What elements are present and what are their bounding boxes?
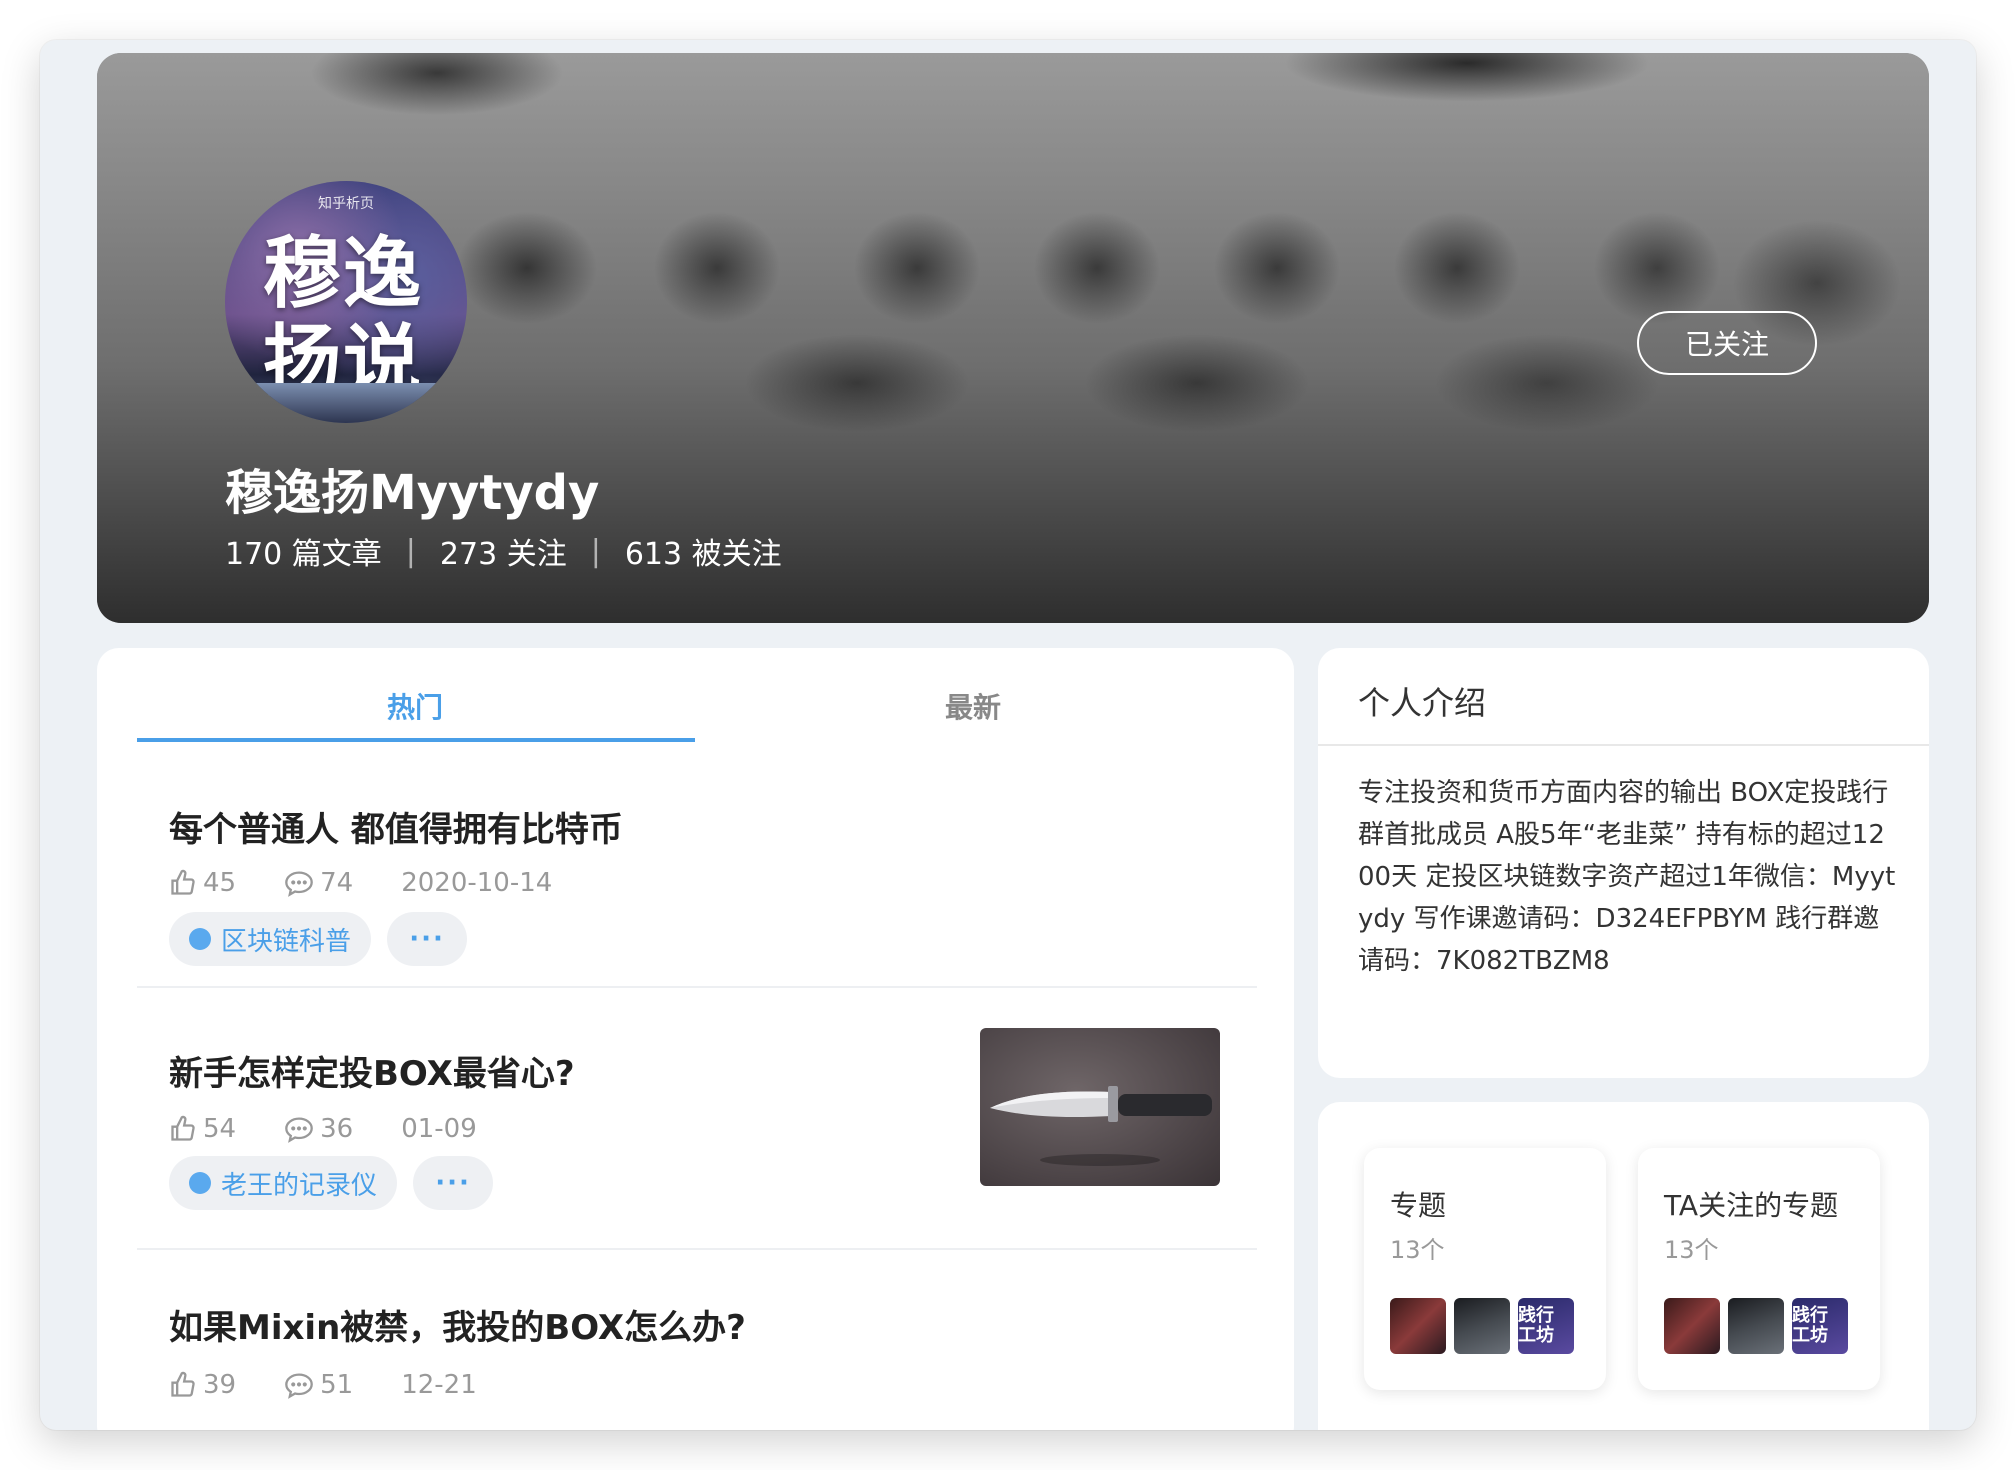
tag-dot-icon [189,1172,211,1194]
follow-button[interactable]: 已关注 [1637,311,1817,375]
more-button[interactable]: ··· [413,1156,494,1210]
profile-name: 穆逸扬Myytydy [225,465,600,521]
profile-stats: 170 篇文章 | 273 关注 | 613 被关注 [225,529,782,573]
comment-count: 51 [320,1370,354,1400]
topic-tag[interactable]: 区块链科普 [169,912,372,966]
thumbs-up-icon [171,1371,195,1397]
stats-separator: | [405,533,416,569]
thumbs-up-icon [171,1115,195,1141]
topic-thumbnail: 践行 工坊 [1792,1298,1848,1354]
article-feed: 热门 最新 每个普通人 都值得拥有比特币 45 74 2020-10-14 区块… [97,648,1294,1430]
article-meta: 45 74 2020-10-14 [169,868,552,898]
like-count: 45 [203,868,237,898]
like-count: 54 [203,1114,237,1144]
divider [1318,744,1929,746]
avatar-brand: 知乎析页 [318,196,374,212]
article-title[interactable]: 如果Mixin被禁，我投的BOX怎么办? [169,1300,746,1349]
tab-active-indicator [137,738,695,742]
article-item[interactable]: 如果Mixin被禁，我投的BOX怎么办? 39 51 12-21 [137,1250,1257,1430]
article-date: 12-21 [401,1370,477,1400]
article-meta: 39 51 12-21 [169,1370,477,1400]
article-item[interactable]: 新手怎样定投BOX最省心? 54 36 01-09 老王的记录仪 ··· [137,988,1257,1250]
topic-card-own[interactable]: 专题 13个 践行 工坊 [1364,1148,1606,1390]
thumbs-up-icon [171,869,195,895]
topic-tag-label: 区块链科普 [221,926,352,957]
topic-card-title: TA关注的专题 [1664,1189,1839,1222]
profile-banner: 知乎析页 穆逸 扬说 穆逸扬Myytydy 170 篇文章 | 273 关注 |… [97,53,1929,623]
like-count: 39 [203,1370,237,1400]
article-thumbnail[interactable] [980,1028,1220,1186]
following-count[interactable]: 273 关注 [440,529,567,573]
like-group[interactable]: 45 [169,868,236,898]
article-item[interactable]: 每个普通人 都值得拥有比特币 45 74 2020-10-14 区块链科普 ··… [137,744,1257,988]
avatar[interactable]: 知乎析页 穆逸 扬说 [225,181,467,423]
more-button[interactable]: ··· [387,912,468,966]
app-window: 知乎析页 穆逸 扬说 穆逸扬Myytydy 170 篇文章 | 273 关注 |… [40,40,1976,1430]
follower-count[interactable]: 613 被关注 [625,529,782,573]
article-meta: 54 36 01-09 [169,1114,477,1144]
intro-panel: 个人介绍 专注投资和货币方面内容的输出 BOX定投践行群首批成员 A股5年“老韭… [1318,648,1929,1078]
comment-icon [285,871,313,897]
avatar-shore [225,383,467,423]
stats-separator: | [590,533,601,569]
tab-hot[interactable]: 热门 [387,686,443,726]
topic-thumbnail [1454,1298,1510,1354]
topic-thumbnail: 践行 工坊 [1518,1298,1574,1354]
knife-image [990,1086,1212,1166]
article-tags: 老王的记录仪 ··· [169,1156,509,1210]
article-tags: 区块链科普 ··· [169,912,483,966]
tag-dot-icon [189,928,211,950]
comment-count: 74 [320,868,354,898]
like-group[interactable]: 39 [169,1370,236,1400]
topic-tag-label: 老王的记录仪 [221,1170,378,1201]
comment-icon [285,1117,313,1143]
intro-text: 专注投资和货币方面内容的输出 BOX定投践行群首批成员 A股5年“老韭菜” 持有… [1358,778,1896,976]
comment-icon [285,1373,313,1399]
topic-tag[interactable]: 老王的记录仪 [169,1156,398,1210]
topic-thumbnail [1390,1298,1446,1354]
article-date: 01-09 [401,1114,477,1144]
article-date: 2020-10-14 [401,868,553,898]
comment-group[interactable]: 36 [284,1114,353,1144]
topic-card-count: 13个 [1664,1236,1719,1264]
topic-thumbnails: 践行 工坊 [1390,1298,1582,1354]
comment-count: 36 [320,1114,354,1144]
intro-title: 个人介绍 [1358,684,1487,722]
comment-group[interactable]: 51 [284,1370,353,1400]
article-title[interactable]: 每个普通人 都值得拥有比特币 [169,802,623,851]
topic-thumbnail [1728,1298,1784,1354]
article-count[interactable]: 170 篇文章 [225,529,382,573]
feed-tabs: 热门 最新 [97,648,1294,744]
tab-latest[interactable]: 最新 [945,686,1001,726]
topic-thumbnails: 践行 工坊 [1664,1298,1856,1354]
topic-card-count: 13个 [1390,1236,1445,1264]
topic-thumbnail [1664,1298,1720,1354]
article-title[interactable]: 新手怎样定投BOX最省心? [169,1046,575,1095]
topic-card-title: 专题 [1390,1189,1447,1222]
topics-panel: 专题 13个 践行 工坊 TA关注的专题 13个 践行 工坊 [1318,1102,1929,1430]
like-group[interactable]: 54 [169,1114,236,1144]
topic-card-following[interactable]: TA关注的专题 13个 践行 工坊 [1638,1148,1880,1390]
comment-group[interactable]: 74 [284,868,353,898]
